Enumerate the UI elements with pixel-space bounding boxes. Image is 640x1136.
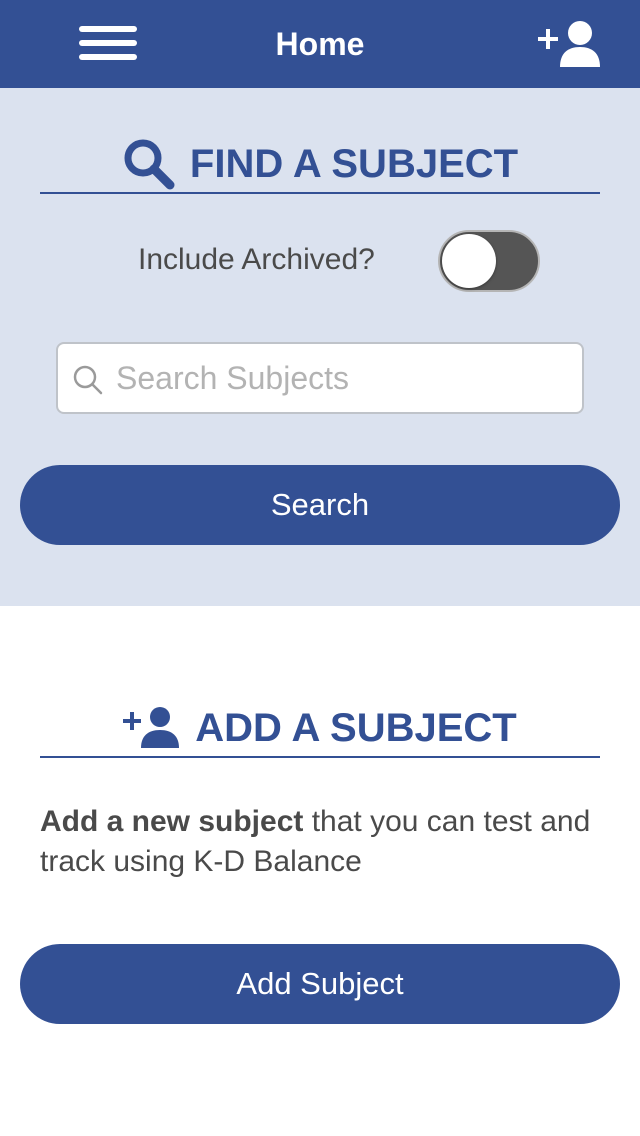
find-subject-heading-label: FIND A SUBJECT — [189, 141, 519, 186]
menu-button[interactable] — [72, 18, 144, 68]
search-subjects-input[interactable] — [116, 344, 572, 412]
add-subject-heading: ADD A SUBJECT — [40, 698, 600, 758]
find-heading-divider — [40, 192, 600, 194]
toggle-knob — [442, 234, 496, 288]
find-subject-heading: FIND A SUBJECT — [40, 134, 600, 194]
search-icon — [124, 139, 175, 190]
add-subject-description-bold: Add a new subject — [40, 805, 304, 838]
page-title: Home — [275, 26, 365, 62]
add-user-icon — [538, 21, 600, 67]
add-subject-button[interactable]: Add Subject — [20, 944, 620, 1024]
add-heading-divider — [40, 756, 600, 758]
add-subject-heading-label: ADD A SUBJECT — [195, 705, 517, 750]
search-subjects-field[interactable] — [56, 342, 584, 414]
add-user-button[interactable] — [532, 14, 612, 74]
top-navbar: Home — [0, 0, 640, 88]
include-archived-row: Include Archived? — [0, 228, 640, 292]
hamburger-menu-icon — [79, 26, 137, 60]
include-archived-toggle[interactable] — [438, 230, 540, 292]
include-archived-label: Include Archived? — [138, 243, 375, 276]
add-user-icon — [123, 707, 180, 748]
find-subject-section: FIND A SUBJECT Include Archived? Search — [0, 88, 640, 606]
add-subject-description: Add a new subject that you can test and … — [40, 802, 600, 882]
search-button[interactable]: Search — [20, 465, 620, 545]
search-icon — [73, 365, 103, 395]
